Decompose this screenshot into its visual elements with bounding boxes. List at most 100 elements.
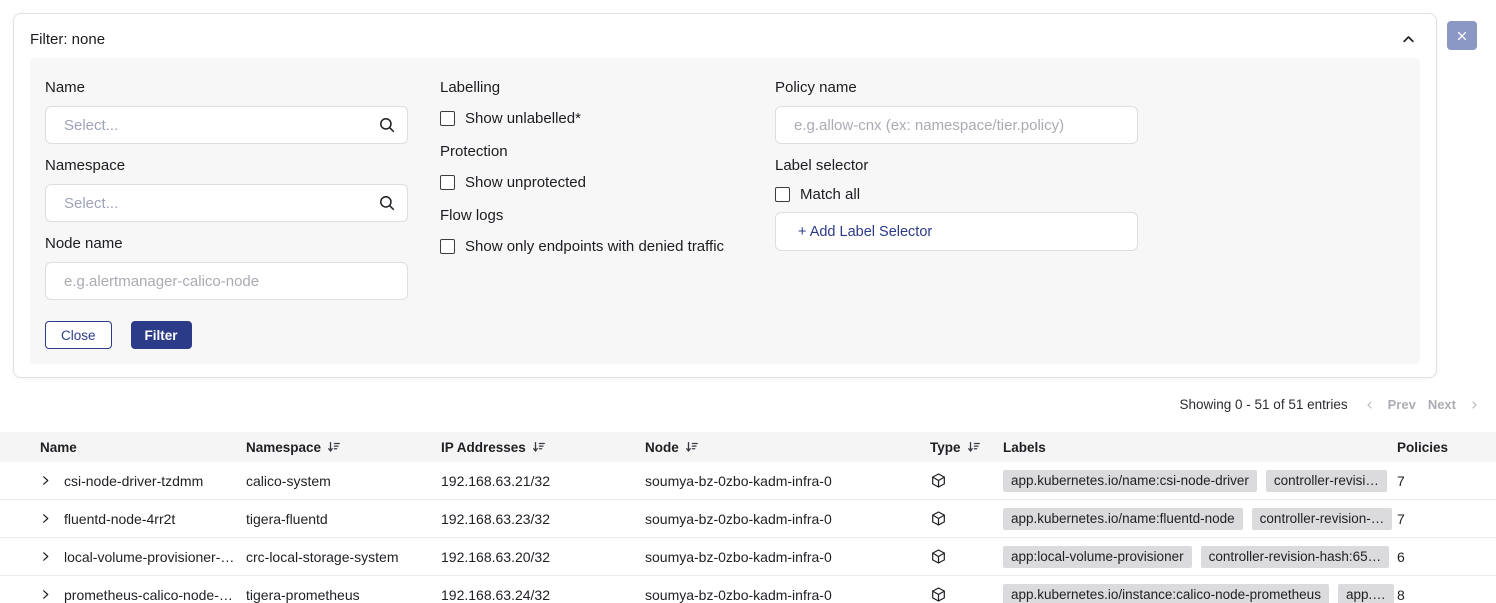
label-pill: app.kubernetes.io/instance:calico-node-p… xyxy=(1003,584,1329,603)
sort-icon[interactable] xyxy=(967,440,981,454)
endpoint-name: local-volume-provisioner-… xyxy=(64,549,234,565)
endpoint-name: csi-node-driver-tzdmm xyxy=(64,473,203,489)
show-unlabelled-option[interactable]: Show unlabelled* xyxy=(440,110,775,126)
column-header-node[interactable]: Node xyxy=(645,440,930,455)
endpoint-ip: 192.168.63.21/32 xyxy=(441,473,645,489)
column-header-namespace[interactable]: Namespace xyxy=(246,440,441,455)
checkbox-icon[interactable] xyxy=(440,239,455,254)
column-header-labels: Labels xyxy=(1003,440,1397,455)
endpoints-page: Filter: none Name Namespace xyxy=(0,0,1496,603)
filter-panel-title: Filter: none xyxy=(30,31,105,48)
label-pill: app.kubernetes.io/name:fluentd-node xyxy=(1003,508,1243,530)
table-row: prometheus-calico-node-… tigera-promethe… xyxy=(0,576,1496,603)
endpoint-namespace: tigera-prometheus xyxy=(246,587,441,603)
show-unlabelled-label: Show unlabelled* xyxy=(465,110,581,127)
endpoint-ip: 192.168.63.20/32 xyxy=(441,549,645,565)
close-icon xyxy=(1456,30,1468,42)
endpoint-namespace: tigera-fluentd xyxy=(246,511,441,527)
endpoint-namespace: calico-system xyxy=(246,473,441,489)
node-name-input[interactable] xyxy=(45,262,408,300)
search-icon[interactable] xyxy=(378,116,396,134)
table-header-row: Name Namespace IP Addresses Node Type La… xyxy=(0,432,1496,462)
column-header-policies: Policies xyxy=(1397,440,1496,455)
name-select xyxy=(45,106,408,144)
filter-column-right: Policy name Label selector Match all + A… xyxy=(775,58,1138,251)
policy-name-field xyxy=(775,106,1138,144)
chevron-up-icon xyxy=(1401,32,1416,47)
pod-type-icon xyxy=(930,548,947,565)
namespace-field-label: Namespace xyxy=(45,156,408,176)
match-all-option[interactable]: Match all xyxy=(775,186,1138,202)
chevron-right-icon[interactable] xyxy=(1468,399,1480,411)
endpoint-node: soumya-bz-0zbo-kadm-infra-0 xyxy=(645,587,930,603)
endpoint-ip: 192.168.63.24/32 xyxy=(441,587,645,603)
endpoint-ip: 192.168.63.23/32 xyxy=(441,511,645,527)
table-row: local-volume-provisioner-… crc-local-sto… xyxy=(0,538,1496,576)
column-header-ip-addresses[interactable]: IP Addresses xyxy=(441,440,645,455)
dismiss-filter-button[interactable] xyxy=(1447,21,1477,50)
endpoints-table: Name Namespace IP Addresses Node Type La… xyxy=(0,432,1496,603)
checkbox-icon[interactable] xyxy=(440,111,455,126)
pod-type-icon xyxy=(930,586,947,603)
expand-row-icon[interactable] xyxy=(40,513,51,524)
expand-row-icon[interactable] xyxy=(40,551,51,562)
expand-row-icon[interactable] xyxy=(40,475,51,486)
label-pill: controller-revision-hash:65… xyxy=(1201,546,1390,568)
policies-count: 7 xyxy=(1397,473,1496,489)
pod-type-icon xyxy=(930,472,947,489)
add-label-selector-button[interactable]: + Add Label Selector xyxy=(775,212,1138,251)
expand-row-icon[interactable] xyxy=(40,589,51,600)
table-row: fluentd-node-4rr2t tigera-fluentd 192.16… xyxy=(0,500,1496,538)
policy-name-input[interactable] xyxy=(775,106,1138,144)
denied-traffic-option[interactable]: Show only endpoints with denied traffic xyxy=(440,238,775,254)
checkbox-icon[interactable] xyxy=(775,187,790,202)
sort-icon[interactable] xyxy=(327,440,341,454)
filter-panel-header: Filter: none xyxy=(30,26,1420,52)
name-field-label: Name xyxy=(45,78,408,98)
endpoint-node: soumya-bz-0zbo-kadm-infra-0 xyxy=(645,549,930,565)
endpoint-namespace: crc-local-storage-system xyxy=(246,549,441,565)
label-pill: app.… xyxy=(1338,584,1394,603)
show-unprotected-option[interactable]: Show unprotected xyxy=(440,174,775,190)
policies-count: 6 xyxy=(1397,549,1496,565)
endpoint-name: prometheus-calico-node-… xyxy=(64,587,233,603)
filter-column-left: Name Namespace Node name xyxy=(45,58,408,349)
label-pill: app.kubernetes.io/name:csi-node-driver xyxy=(1003,470,1257,492)
column-header-name[interactable]: Name xyxy=(40,440,246,455)
sort-icon[interactable] xyxy=(685,440,699,454)
denied-traffic-label: Show only endpoints with denied traffic xyxy=(465,238,724,255)
pagination: Showing 0 - 51 of 51 entries Prev Next xyxy=(1180,397,1481,412)
node-name-field-label: Node name xyxy=(45,234,408,254)
protection-heading: Protection xyxy=(440,142,775,162)
namespace-select-input[interactable] xyxy=(45,184,408,222)
node-name-field xyxy=(45,262,408,300)
filter-column-middle: Labelling Show unlabelled* Protection Sh… xyxy=(440,58,775,254)
labelling-heading: Labelling xyxy=(440,78,775,98)
prev-page-button[interactable]: Prev xyxy=(1388,397,1416,412)
endpoint-name: fluentd-node-4rr2t xyxy=(64,511,175,527)
policy-name-field-label: Policy name xyxy=(775,78,1138,98)
collapse-filter-button[interactable] xyxy=(1397,28,1420,51)
filter-form: Name Namespace Node name xyxy=(30,58,1420,364)
namespace-select xyxy=(45,184,408,222)
column-header-type[interactable]: Type xyxy=(930,440,1003,455)
endpoint-node: soumya-bz-0zbo-kadm-infra-0 xyxy=(645,473,930,489)
policies-count: 7 xyxy=(1397,511,1496,527)
label-pill: app:local-volume-provisioner xyxy=(1003,546,1192,568)
endpoint-node: soumya-bz-0zbo-kadm-infra-0 xyxy=(645,511,930,527)
search-icon[interactable] xyxy=(378,194,396,212)
table-row: csi-node-driver-tzdmm calico-system 192.… xyxy=(0,462,1496,500)
show-unprotected-label: Show unprotected xyxy=(465,174,586,191)
next-page-button[interactable]: Next xyxy=(1428,397,1456,412)
filter-panel: Filter: none Name Namespace xyxy=(13,13,1437,378)
label-pill: controller-revision-… xyxy=(1252,508,1393,530)
name-select-input[interactable] xyxy=(45,106,408,144)
sort-icon[interactable] xyxy=(532,440,546,454)
match-all-label: Match all xyxy=(800,186,860,203)
close-button[interactable]: Close xyxy=(45,321,112,349)
policies-count: 8 xyxy=(1397,587,1496,603)
filter-button[interactable]: Filter xyxy=(131,321,192,349)
chevron-left-icon[interactable] xyxy=(1364,399,1376,411)
entries-summary: Showing 0 - 51 of 51 entries xyxy=(1180,397,1348,412)
checkbox-icon[interactable] xyxy=(440,175,455,190)
